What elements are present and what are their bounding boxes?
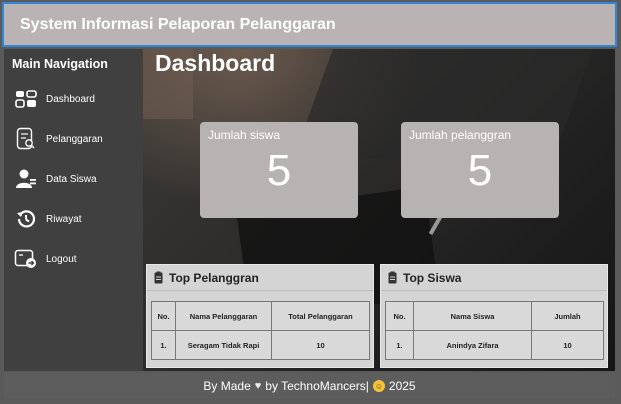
panel-title: Top Siswa — [403, 270, 462, 285]
sidebar-item-logout[interactable]: Logout — [4, 239, 143, 279]
table-header-row: No. Nama Siswa Jumlah — [385, 301, 604, 331]
top-siswa-panel: Top Siswa No. Nama Siswa Jumlah 1. Anind… — [380, 264, 608, 368]
footer-year: 2025 — [388, 379, 416, 393]
top-siswa-table: No. Nama Siswa Jumlah 1. Anindya Zifara … — [385, 301, 604, 360]
stat-value: 5 — [467, 146, 493, 195]
smile-emoji-icon: ☺ — [372, 380, 385, 392]
table-row: 1. Anindya Zifara 10 — [385, 330, 604, 360]
panel-header: Top Pelanggran — [147, 265, 373, 291]
sidebar-item-dashboard[interactable]: Dashboard — [4, 79, 143, 119]
sidebar-title: Main Navigation — [12, 57, 108, 71]
sidebar-item-label: Pelanggaran — [46, 133, 103, 145]
sidebar-item-label: Logout — [46, 253, 77, 265]
footer-text-before: By Made — [203, 379, 251, 393]
app-header: System Informasi Pelaporan Pelanggaran — [2, 2, 617, 47]
clipboard-icon — [154, 271, 163, 284]
column-header: Total Pelanggaran — [271, 301, 370, 331]
footer-text-after: by TechnoMancers| — [265, 379, 369, 393]
table-cell: Seragam Tidak Rapi — [175, 330, 272, 360]
column-header: Nama Siswa — [413, 301, 532, 331]
table-cell: 1. — [151, 330, 176, 360]
footer: By Made ♥ by TechnoMancers| ☺ 2025 — [4, 373, 615, 399]
history-icon — [14, 207, 38, 231]
dashboard-icon — [14, 87, 38, 111]
heart-icon: ♥ — [254, 380, 262, 392]
sidebar-item-riwayat[interactable]: Riwayat — [4, 199, 143, 239]
column-header: Nama Pelanggaran — [175, 301, 272, 331]
stat-card-siswa: Jumlah siswa 5 — [200, 122, 358, 218]
main-content: Dashboard Jumlah siswa 5 Jumlah pelanggr… — [143, 49, 615, 371]
page-title: Dashboard — [155, 50, 276, 76]
top-pelanggaran-table: No. Nama Pelanggaran Total Pelanggaran 1… — [151, 301, 370, 360]
stat-label: Jumlah siswa — [208, 128, 281, 142]
column-header: No. — [151, 301, 176, 331]
sidebar-item-label: Data Siswa — [46, 173, 97, 185]
stat-card-pelanggaran: Jumlah pelanggran 5 — [401, 122, 559, 218]
sidebar-item-label: Dashboard — [46, 93, 95, 105]
table-header-row: No. Nama Pelanggaran Total Pelanggaran — [151, 301, 370, 331]
top-pelanggaran-panel: Top Pelanggran No. Nama Pelanggaran Tota… — [146, 264, 374, 368]
table-cell: 1. — [385, 330, 414, 360]
column-header: Jumlah — [531, 301, 604, 331]
document-search-icon — [14, 127, 38, 151]
panel-title: Top Pelanggran — [169, 270, 259, 285]
app-title: System Informasi Pelaporan Pelanggaran — [20, 15, 336, 33]
sidebar-item-label: Riwayat — [46, 213, 82, 225]
sidebar-item-pelanggaran[interactable]: Pelanggaran — [4, 119, 143, 159]
panel-header: Top Siswa — [381, 265, 607, 291]
table-cell: 10 — [271, 330, 370, 360]
table-row: 1. Seragam Tidak Rapi 10 — [151, 330, 370, 360]
table-cell: 10 — [531, 330, 604, 360]
sidebar: Main Navigation Dashboard Pelanggaran Da… — [4, 49, 143, 371]
logout-icon — [14, 247, 38, 271]
stat-value: 5 — [266, 146, 292, 195]
table-cell: Anindya Zifara — [413, 330, 532, 360]
stat-label: Jumlah pelanggran — [409, 128, 512, 142]
sidebar-item-data-siswa[interactable]: Data Siswa — [4, 159, 143, 199]
user-icon — [14, 167, 38, 191]
column-header: No. — [385, 301, 414, 331]
clipboard-icon — [388, 271, 397, 284]
